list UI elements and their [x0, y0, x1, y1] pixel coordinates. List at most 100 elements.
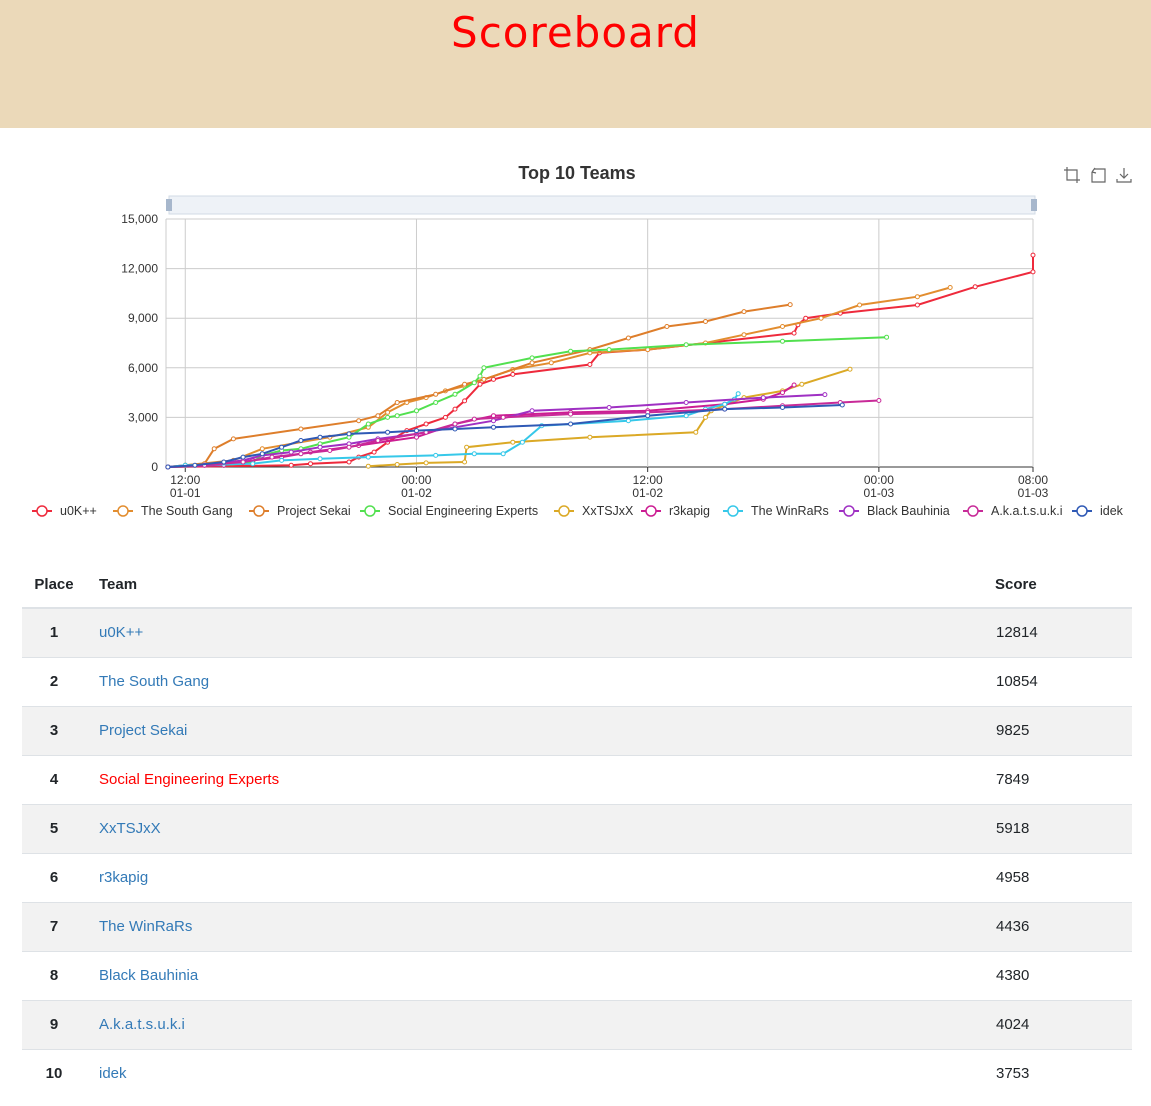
data-point [664, 324, 670, 329]
table-body: 1 u0K++ 12814 2 The South Gang 10854 3 Project … [22, 608, 1132, 1098]
zoom-handle-right[interactable] [1031, 199, 1037, 211]
data-point [703, 414, 708, 420]
data-point [529, 408, 535, 414]
team-cell: idek [86, 1049, 995, 1098]
legend-marker [558, 505, 570, 517]
team-link[interactable]: A.k.a.t.s.u.k.i [99, 1016, 185, 1033]
legend-item[interactable]: XxTSJxX [554, 504, 634, 518]
data-point [423, 460, 429, 466]
data-point [791, 382, 797, 388]
data-point [510, 371, 516, 377]
team-link[interactable]: u0K++ [99, 624, 143, 641]
score-cell: 4436 [996, 918, 1030, 935]
data-point [385, 429, 391, 435]
data-point [221, 459, 227, 465]
data-point [735, 391, 741, 397]
data-point [365, 454, 371, 460]
data-point [346, 431, 352, 437]
data-point [606, 405, 612, 410]
x-tick-label-date: 01-02 [632, 486, 663, 500]
series-1 [165, 285, 953, 470]
zoom-handle-left[interactable] [166, 199, 172, 211]
legend-item[interactable]: r3kapig [641, 504, 710, 518]
data-point [192, 462, 198, 468]
data-point [477, 373, 483, 379]
data-point [519, 439, 525, 445]
data-point [481, 365, 487, 371]
data-point [568, 348, 574, 354]
data-point [847, 366, 853, 372]
legend-label: The WinRaRs [751, 504, 829, 518]
legend-item[interactable]: The South Gang [113, 504, 233, 518]
team-link[interactable]: Project Sekai [99, 722, 187, 739]
data-point [269, 454, 275, 460]
legend-item[interactable]: idek [1072, 504, 1124, 518]
x-tick-label-time: 12:00 [170, 473, 200, 487]
x-tick-label-date: 01-02 [401, 486, 432, 500]
place-cell: 4 [49, 771, 59, 788]
chart-title: Top 10 Teams [518, 163, 635, 183]
y-tick-label: 6,000 [128, 361, 158, 375]
data-point [346, 444, 352, 450]
x-tick-label-time: 08:00 [1018, 473, 1048, 487]
data-point [481, 376, 487, 382]
legend-marker [253, 505, 265, 517]
legend-item[interactable]: Black Bauhinia [839, 504, 950, 518]
legend-item[interactable]: Project Sekai [249, 504, 351, 518]
y-tick-label: 0 [151, 460, 158, 474]
team-cell: Social Engineering Experts [86, 755, 995, 804]
zoom-slider[interactable] [168, 195, 1036, 215]
table-row: 1 u0K++ 12814 [22, 608, 1132, 657]
team-cell: u0K++ [86, 608, 995, 657]
legend-label: Social Engineering Experts [388, 504, 538, 518]
data-point [298, 426, 304, 432]
restore-icon[interactable] [1089, 166, 1107, 184]
score-cell: 7849 [996, 771, 1030, 788]
table-row: 9 A.k.a.t.s.u.k.i 4024 [22, 1000, 1132, 1049]
download-icon[interactable] [1115, 166, 1133, 184]
data-point [510, 439, 516, 445]
team-link[interactable]: XxTSJxX [99, 820, 161, 837]
data-point [452, 426, 458, 432]
score-cell: 3753 [996, 1065, 1030, 1083]
team-link[interactable]: Social Engineering Experts [99, 771, 279, 788]
data-point [394, 413, 400, 419]
team-link[interactable]: r3kapig [99, 869, 148, 886]
data-point [471, 380, 477, 386]
data-point [683, 413, 689, 419]
team-link[interactable]: Black Bauhinia [99, 967, 198, 984]
legend-label: Project Sekai [277, 504, 351, 518]
place-cell: 5 [49, 820, 59, 837]
legend-label: The South Gang [141, 504, 233, 518]
data-point [317, 434, 323, 440]
team-link[interactable]: The South Gang [99, 673, 209, 690]
data-point [327, 448, 333, 453]
table-row: 2 The South Gang 10854 [22, 657, 1132, 706]
legend-item[interactable]: A.k.a.t.s.u.k.i [963, 504, 1063, 518]
column-header-place: Place [22, 565, 86, 609]
chart-toolbox [1063, 166, 1133, 184]
legend-item[interactable]: The WinRaRs [723, 504, 829, 518]
team-cell: XxTSJxX [86, 804, 995, 853]
data-point [818, 315, 824, 321]
team-cell: The South Gang [86, 657, 995, 706]
legend-label: Black Bauhinia [867, 504, 950, 518]
x-tick-label-time: 00:00 [864, 473, 894, 487]
legend-item[interactable]: u0K++ [32, 504, 97, 518]
data-point [462, 381, 468, 387]
team-link[interactable]: The WinRaRs [99, 918, 192, 935]
data-point [606, 347, 612, 353]
x-tick-label-time: 00:00 [401, 473, 431, 487]
team-link[interactable]: idek [99, 1065, 127, 1082]
score-cell: 9825 [996, 722, 1030, 739]
data-point [298, 438, 304, 443]
data-point [780, 324, 785, 329]
legend-marker [36, 505, 48, 517]
data-point [568, 421, 574, 427]
legend-item[interactable]: Social Engineering Experts [360, 504, 538, 518]
data-point [1030, 269, 1036, 275]
data-point [477, 381, 483, 387]
series-line [167, 255, 1034, 468]
zoom-icon[interactable] [1063, 166, 1081, 184]
data-point [259, 451, 265, 457]
